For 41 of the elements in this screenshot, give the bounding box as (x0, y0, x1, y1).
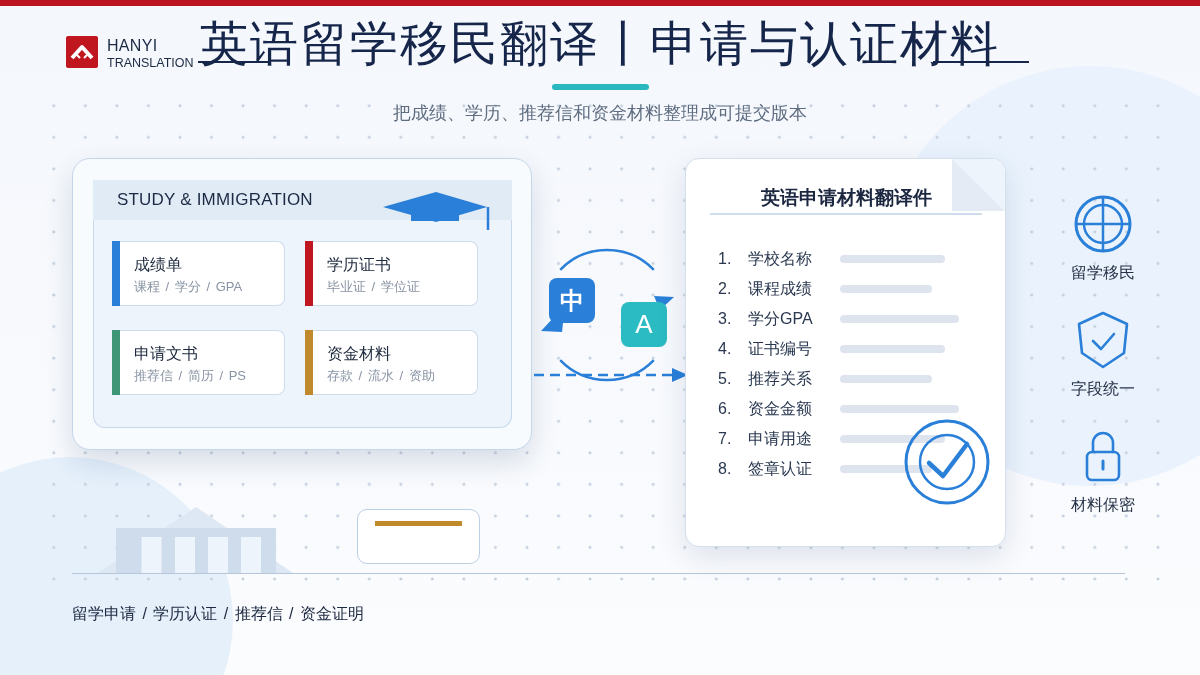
document-title: 英语申请材料翻译件 (760, 187, 932, 208)
field-number: 6. (718, 399, 732, 419)
english-letter-badge: A (621, 302, 667, 347)
field-label: 签章认证 (748, 459, 812, 479)
category-detail: 毕业证 / 学位证 (327, 278, 420, 296)
category-title: 学历证书 (327, 255, 391, 275)
footer-tags: 留学申请 / 学历认证 / 推荐信 / 资金证明 (72, 605, 364, 622)
field-number: 2. (718, 279, 732, 299)
category-detail: 推荐信 / 简历 / PS (134, 367, 246, 385)
field-number: 5. (718, 369, 732, 389)
category-title: 资金材料 (327, 344, 391, 364)
field-label: 证书编号 (748, 339, 812, 359)
subtitle: 把成绩、学历、推荐信和资金材料整理成可提交版本 (393, 103, 807, 123)
folded-corner-icon (952, 159, 1005, 211)
field-number: 3. (718, 309, 732, 329)
field-label: 推荐关系 (748, 369, 812, 389)
field-label: 申请用途 (748, 429, 812, 449)
category-title: 申请文书 (134, 344, 198, 364)
feature-label: 字段统一 (1071, 379, 1135, 399)
graduation-cap-icon (383, 190, 491, 230)
field-label: 资金金额 (748, 399, 812, 419)
logo-tagline: TRANSLATION (107, 56, 194, 70)
shield-check-icon (1076, 311, 1130, 369)
field-label: 学分GPA (748, 309, 813, 329)
category-detail: 课程 / 学分 / GPA (134, 278, 243, 296)
feature-label: 材料保密 (1071, 495, 1135, 515)
check-seal-icon (904, 419, 990, 505)
globe-icon (1074, 195, 1132, 253)
feature-label: 留学移民 (1071, 263, 1135, 283)
field-label: 课程成绩 (748, 279, 812, 299)
category-title: 成绩单 (134, 255, 182, 275)
field-number: 7. (718, 429, 732, 449)
category-detail: 存款 / 流水 / 资助 (327, 367, 435, 385)
logo-icon (66, 36, 98, 68)
field-number: 8. (718, 459, 732, 479)
lock-icon (1084, 430, 1122, 482)
field-number: 1. (718, 249, 732, 269)
panel-heading: STUDY & IMMIGRATION (117, 190, 313, 210)
field-label: 学校名称 (748, 249, 812, 269)
logo-name: HANYI (107, 37, 158, 54)
field-number: 4. (718, 339, 732, 359)
